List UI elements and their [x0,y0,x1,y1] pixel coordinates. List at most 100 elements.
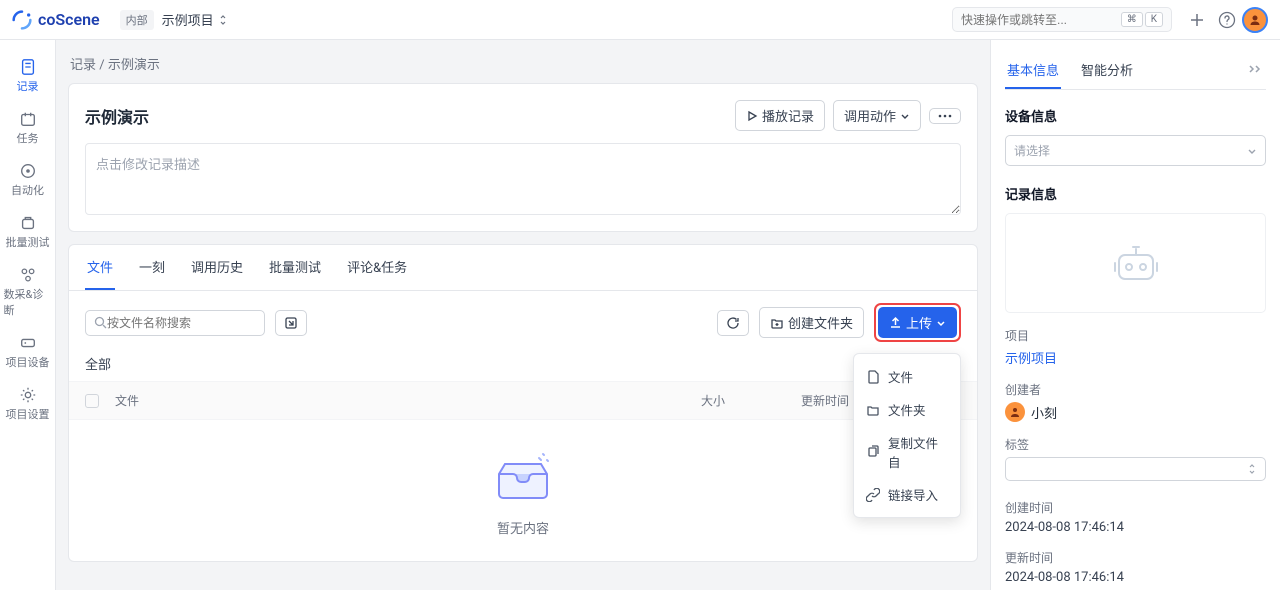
upload-menu-folder[interactable]: 文件夹 [854,393,960,426]
tab-comments[interactable]: 评论&任务 [345,245,409,290]
page-title: 示例演示 [85,104,727,128]
tab-files[interactable]: 文件 [85,245,115,290]
devices-icon [19,334,37,352]
settings-icon [19,386,37,404]
chevron-down-icon [936,318,946,328]
sidebar-item-tasks[interactable]: 任务 [4,102,52,154]
user-avatar[interactable] [1242,7,1268,33]
upload-button[interactable]: 上传 [878,307,957,338]
header-card: 示例演示 播放记录 调用动作 点击修改记录描述 [68,83,978,232]
play-icon [746,110,758,122]
tags-select[interactable] [1005,457,1266,481]
upload-menu-copy[interactable]: 复制文件自 [854,426,960,478]
creator-name: 小刻 [1031,403,1057,422]
chevron-down-icon [900,111,910,121]
help-icon [1218,11,1236,29]
topbar: coScene 内部 示例项目 ⌘ K [0,0,1280,40]
sidebar-item-batch-test[interactable]: 批量测试 [4,206,52,258]
avatar-icon [1009,406,1021,418]
link-icon [866,488,880,502]
more-actions-button[interactable] [929,108,961,124]
project-name: 示例项目 [162,10,214,29]
empty-icon [491,450,555,506]
select-all-checkbox[interactable] [85,394,99,408]
folder-icon [866,403,880,417]
create-folder-button[interactable]: 创建文件夹 [759,307,864,338]
file-search[interactable] [85,310,265,336]
robot-icon [1109,241,1163,285]
project-selector[interactable]: 示例项目 [162,10,228,29]
sort-icon [218,15,228,25]
breadcrumb-root[interactable]: 记录 [70,58,96,73]
sidebar-item-diagnostics[interactable]: 数采&诊断 [4,258,52,326]
col-file: 文件 [115,392,701,409]
record-info-heading: 记录信息 [1005,184,1266,203]
breadcrumb-sep: / [99,58,108,73]
upload-icon [889,316,902,329]
project-label: 项目 [1005,327,1266,344]
record-thumbnail [1005,213,1266,313]
folder-plus-icon [770,316,784,330]
sidebar-item-label: 任务 [17,130,39,146]
sidebar: 记录 任务 自动化 批量测试 数采&诊断 项目设备 项目设置 [0,40,56,590]
creator-row: 小刻 [1005,402,1266,422]
refresh-button[interactable] [717,310,749,336]
breadcrumb: 记录 / 示例演示 [68,52,978,75]
swap-view-button[interactable] [275,310,307,336]
sidebar-item-devices[interactable]: 项目设备 [4,326,52,378]
description-input[interactable]: 点击修改记录描述 [85,143,961,215]
records-icon [19,58,37,76]
tab-history[interactable]: 调用历史 [189,245,245,290]
sidebar-item-automation[interactable]: 自动化 [4,154,52,206]
chevron-down-icon [1247,146,1257,156]
sidebar-item-label: 记录 [17,78,39,94]
rtab-more[interactable] [1244,55,1266,86]
empty-state: 暂无内容 [69,420,977,561]
help-button[interactable] [1212,5,1242,35]
batch-icon [19,214,37,232]
sidebar-item-label: 项目设置 [6,406,50,422]
col-size: 大小 [701,392,801,409]
sidebar-item-records[interactable]: 记录 [4,50,52,102]
creator-label: 创建者 [1005,381,1266,398]
files-card: 文件 一刻 调用历史 批量测试 评论&任务 [68,244,978,562]
search-input[interactable] [961,13,1119,27]
brand-logo[interactable]: coScene [12,10,100,30]
project-value[interactable]: 示例项目 [1005,348,1266,367]
kbd-k: K [1145,12,1163,27]
play-record-button[interactable]: 播放记录 [735,100,825,131]
invoke-action-button[interactable]: 调用动作 [833,100,921,131]
chevron-double-icon [1248,64,1262,74]
upload-menu-link[interactable]: 链接导入 [854,478,960,511]
tags-label: 标签 [1005,436,1266,453]
automation-icon [19,162,37,180]
updated-label: 更新时间 [1005,549,1266,566]
breadcrumb-current: 示例演示 [108,58,160,73]
sidebar-item-label: 自动化 [11,182,44,198]
kbd-cmd: ⌘ [1121,12,1143,27]
copy-icon [866,445,880,459]
refresh-icon [726,316,740,330]
plus-icon [1189,12,1205,28]
right-panel: 基本信息 智能分析 设备信息 请选择 记录信息 项目 示例项目 创建者 [990,40,1280,590]
file-icon [866,370,880,384]
sort-icon [1247,464,1257,474]
add-button[interactable] [1182,5,1212,35]
upload-menu-file[interactable]: 文件 [854,360,960,393]
file-table-header: 文件 大小 更新时间 [69,381,977,420]
files-all-label: 全部 [69,354,977,381]
device-info-heading: 设备信息 [1005,106,1266,125]
tab-moment[interactable]: 一刻 [137,245,167,290]
device-select[interactable]: 请选择 [1005,135,1266,166]
global-search[interactable]: ⌘ K [952,7,1172,32]
file-search-input[interactable] [107,316,262,330]
brand-name: coScene [38,10,100,29]
empty-text: 暂无内容 [497,518,549,537]
tab-batch[interactable]: 批量测试 [267,245,323,290]
rtab-ai[interactable]: 智能分析 [1079,52,1135,89]
right-panel-tabs: 基本信息 智能分析 [1005,52,1266,90]
search-icon [94,316,107,329]
rtab-basic[interactable]: 基本信息 [1005,52,1061,89]
sidebar-item-label: 数采&诊断 [4,286,52,318]
sidebar-item-settings[interactable]: 项目设置 [4,378,52,430]
